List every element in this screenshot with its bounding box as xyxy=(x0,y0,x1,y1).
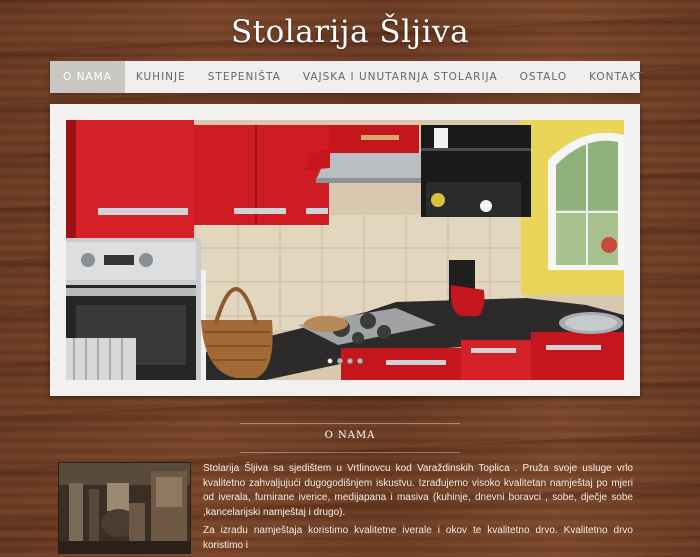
nav-item-kontakt[interactable]: KONTAKT xyxy=(578,61,655,93)
about-paragraph-2: Za izradu namještaja koristimo kvalitetn… xyxy=(203,525,633,551)
image-slider xyxy=(50,104,640,396)
section-title-o-nama: O NAMA xyxy=(324,430,376,441)
site-logo[interactable]: Stolarija Šljiva xyxy=(0,14,700,50)
main-nav: O NAMA KUHINJE STEPENIŠTA VAJSKA I UNUTA… xyxy=(50,61,643,93)
slider-dots xyxy=(66,358,624,364)
slider-dot-3[interactable] xyxy=(347,358,353,364)
slider-dot-4[interactable] xyxy=(357,358,363,364)
slide-kitchen-image[interactable] xyxy=(66,120,624,380)
section-divider-bottom xyxy=(240,452,460,453)
section-divider-top xyxy=(240,423,460,424)
nav-item-ostalo[interactable]: OSTALO xyxy=(509,61,578,93)
about-text: Stolarija Šljiva sa sjedištem u Vrtlinov… xyxy=(203,462,633,557)
slider-dot-2[interactable] xyxy=(337,358,343,364)
nav-item-stepenista[interactable]: STEPENIŠTA xyxy=(197,61,292,93)
nav-item-o-nama[interactable]: O NAMA xyxy=(50,61,125,93)
workshop-image xyxy=(58,462,191,554)
nav-item-vajska-i-unutarnja-stolarija[interactable]: VAJSKA I UNUTARNJA STOLARIJA xyxy=(292,61,509,93)
nav-item-kuhinje[interactable]: KUHINJE xyxy=(125,61,197,93)
slider-dot-1[interactable] xyxy=(327,358,333,364)
about-paragraph-1: Stolarija Šljiva sa sjedištem u Vrtlinov… xyxy=(203,463,633,518)
